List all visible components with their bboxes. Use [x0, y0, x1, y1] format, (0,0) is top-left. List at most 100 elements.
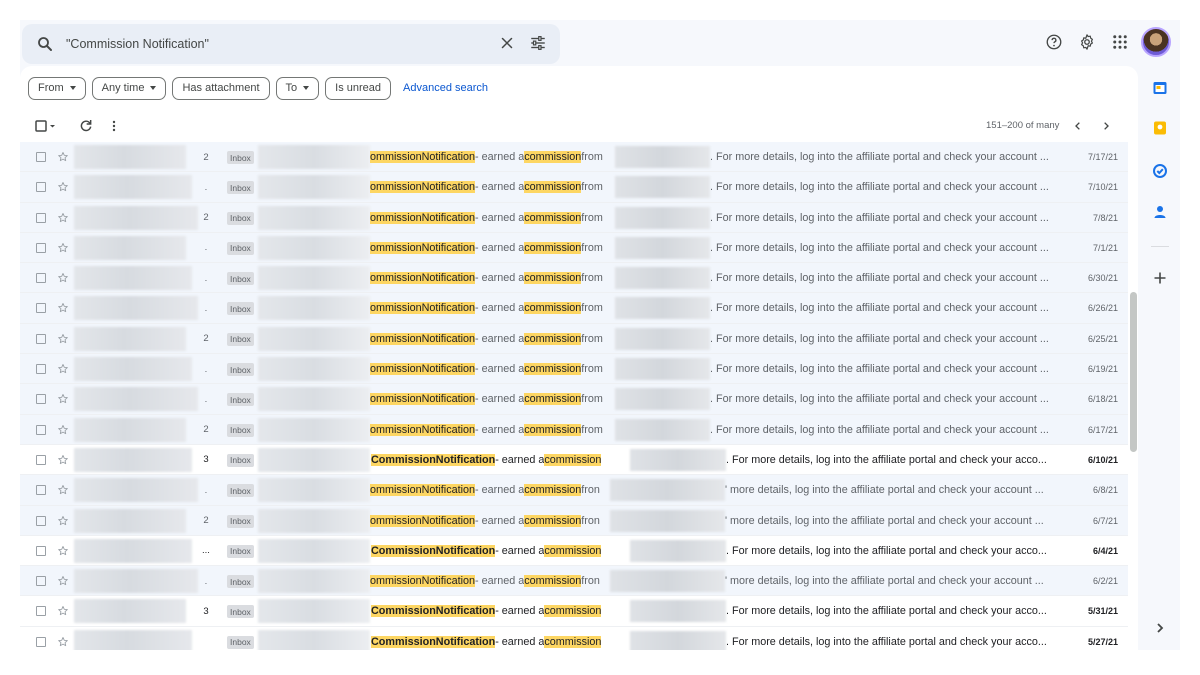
message-row[interactable]: . Inbox ommission Notification - earned a …: [20, 263, 1128, 294]
filter-chip-label: To: [285, 82, 298, 94]
row-checkbox[interactable]: [36, 424, 46, 435]
row-checkbox[interactable]: [36, 242, 46, 253]
older-page-chevron-icon[interactable]: [1098, 118, 1114, 134]
settings-gear-icon[interactable]: [1078, 33, 1096, 51]
row-checkbox[interactable]: [36, 273, 46, 284]
star-icon[interactable]: [57, 324, 69, 354]
tasks-icon[interactable]: [1152, 163, 1168, 179]
message-row[interactable]: 2 Inbox ommission Notification - earned a …: [20, 202, 1128, 233]
message-row[interactable]: . Inbox ommission Notification - earned a …: [20, 354, 1128, 385]
row-checkbox[interactable]: [36, 515, 46, 526]
star-icon[interactable]: [57, 415, 69, 445]
message-row[interactable]: . Inbox ommission Notification - earned a …: [20, 232, 1128, 264]
scrollbar-thumb[interactable]: [1130, 292, 1137, 452]
message-row[interactable]: . Inbox ommission Notification - earned a …: [20, 293, 1128, 324]
subject-highlight: ommission: [370, 393, 422, 406]
more-options-icon[interactable]: [106, 118, 122, 134]
redacted-subject-prefix: [258, 175, 370, 200]
account-avatar[interactable]: [1141, 27, 1171, 57]
snippet-from: from: [581, 332, 603, 345]
message-row[interactable]: 2 Inbox ommission Notification - earned a …: [20, 142, 1128, 173]
add-addon-icon[interactable]: [1152, 270, 1168, 286]
row-checkbox[interactable]: [36, 152, 46, 162]
message-row[interactable]: . Inbox ommission Notification - earned a …: [20, 566, 1128, 597]
star-icon[interactable]: [57, 263, 69, 293]
search-bar[interactable]: "Commission Notification": [22, 24, 560, 64]
star-icon[interactable]: [57, 172, 69, 202]
scrollbar[interactable]: [1128, 142, 1138, 650]
message-row[interactable]: 2 Inbox ommission Notification - earned a …: [20, 505, 1128, 536]
redacted-subject-prefix: [258, 629, 370, 650]
search-input[interactable]: "Commission Notification": [66, 37, 209, 51]
filter-chip-to[interactable]: To: [275, 76, 320, 100]
snippet-preview: . For more details, log into the affilia…: [710, 363, 1049, 376]
keyword-highlight: commission: [524, 423, 582, 436]
contacts-icon[interactable]: [1152, 204, 1168, 220]
row-checkbox[interactable]: [36, 485, 46, 496]
redacted-subject-prefix: [258, 569, 370, 594]
star-icon[interactable]: [57, 203, 69, 233]
row-checkbox[interactable]: [36, 394, 46, 405]
star-icon[interactable]: [57, 506, 69, 536]
star-icon[interactable]: [57, 354, 69, 384]
keyword-highlight: commission: [524, 272, 582, 285]
row-checkbox[interactable]: [36, 364, 46, 375]
star-icon[interactable]: [57, 566, 69, 596]
star-icon[interactable]: [57, 142, 69, 172]
message-row[interactable]: . Inbox ommission Notification - earned a …: [20, 475, 1128, 506]
keep-icon[interactable]: [1152, 120, 1168, 136]
expand-side-panel-chevron-icon[interactable]: [1152, 620, 1168, 636]
message-row[interactable]: 2 Inbox ommission Notification - earned a …: [20, 414, 1128, 445]
clear-search-icon[interactable]: [498, 34, 516, 52]
select-all-checkbox[interactable]: [34, 118, 58, 134]
star-icon[interactable]: [57, 475, 69, 505]
subject-highlight: Notification: [421, 484, 476, 497]
message-row[interactable]: . Inbox ommission Notification - earned a …: [20, 384, 1128, 415]
filter-chip-from[interactable]: From: [28, 76, 86, 100]
help-icon[interactable]: [1045, 33, 1063, 51]
subject-highlight: Commission: [371, 544, 436, 557]
redacted-merchant: [630, 448, 726, 471]
message-row[interactable]: 3 Inbox Commission Notification - earned a…: [20, 444, 1128, 476]
filter-chip-has-attachment[interactable]: Has attachment: [172, 76, 270, 100]
row-checkbox[interactable]: [36, 576, 46, 587]
star-icon[interactable]: [57, 233, 69, 263]
filter-chip-any-time[interactable]: Any time: [91, 76, 167, 100]
message-row[interactable]: 3 Inbox Commission Notification - earned a…: [20, 596, 1128, 627]
star-icon[interactable]: [57, 293, 69, 323]
keyword-highlight: commission: [524, 514, 582, 527]
snippet-preview: . For more details, log into the affilia…: [726, 544, 1047, 557]
search-options-icon[interactable]: [529, 34, 547, 52]
thread-count: 2: [203, 212, 209, 224]
calendar-icon[interactable]: [1152, 80, 1168, 96]
inbox-label-badge: Inbox: [227, 575, 254, 589]
search-icon[interactable]: [36, 35, 54, 53]
subject-highlight: ommission: [370, 484, 422, 497]
row-checkbox[interactable]: [36, 636, 46, 647]
star-icon[interactable]: [57, 596, 69, 626]
row-checkbox[interactable]: [36, 182, 46, 193]
message-row[interactable]: . Inbox ommission Notification - earned a …: [20, 172, 1128, 203]
row-checkbox[interactable]: [36, 333, 46, 344]
subject-highlight: ommission: [370, 151, 422, 163]
star-icon[interactable]: [57, 627, 69, 650]
newer-page-chevron-icon[interactable]: [1070, 118, 1086, 134]
row-checkbox[interactable]: [36, 212, 46, 223]
row-checkbox[interactable]: [36, 606, 46, 617]
message-row[interactable]: 2 Inbox ommission Notification - earned a …: [20, 323, 1128, 355]
dropdown-caret-icon: [303, 86, 310, 90]
star-icon[interactable]: [57, 445, 69, 475]
row-checkbox[interactable]: [36, 454, 46, 465]
redacted-merchant: [615, 267, 710, 290]
apps-grid-icon[interactable]: [1111, 33, 1129, 51]
message-row[interactable]: Inbox Commission Notification - earned a …: [20, 626, 1128, 650]
row-checkbox[interactable]: [36, 545, 46, 556]
star-icon[interactable]: [57, 536, 69, 566]
filter-chip-is-unread[interactable]: Is unread: [325, 76, 392, 100]
thread-count: 2: [203, 424, 209, 436]
refresh-icon[interactable]: [78, 118, 94, 134]
row-checkbox[interactable]: [36, 303, 46, 314]
message-row[interactable]: ... Inbox Commission Notification - earned…: [20, 535, 1128, 567]
star-icon[interactable]: [57, 384, 69, 414]
advanced-search-link[interactable]: Advanced search: [403, 82, 488, 94]
